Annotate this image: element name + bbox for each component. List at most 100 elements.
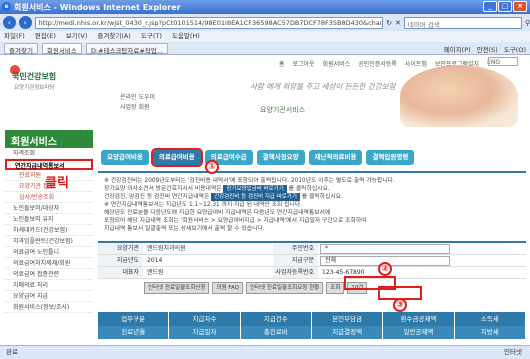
sidebar-item[interactable]: 심사/반송조회 — [5, 192, 93, 203]
batch-status-button[interactable]: 인터넷 진료일괄조회요청 현황 — [245, 282, 324, 294]
refresh-icon[interactable]: ↻ — [386, 19, 392, 27]
minimize-button[interactable]: _ — [483, 1, 497, 12]
form-label: 지급년도 — [98, 255, 143, 266]
menu-file[interactable]: 파일(F) — [4, 31, 25, 42]
form-row: 대표자 엔드림 사업자등록번호 123-45-67890 — [98, 267, 526, 279]
menu-view[interactable]: 보기(V) — [66, 31, 87, 42]
top-nav-home[interactable]: 홈 — [279, 59, 285, 68]
sidebar-item[interactable]: 요양급여 지급 — [5, 291, 93, 302]
tab-medical-care-cost[interactable]: 요양급여비용 — [101, 150, 149, 165]
tab-bar: 즐겨찾기 회원서비스 D:#테스크탑자료#작업... 페이지(P) 안전(S) … — [0, 42, 530, 55]
results-table: 업무구분 지급차수 지급건수 본인부담금 환수금공제액 소득세 진료년월 지급일… — [98, 312, 526, 342]
form-buttons: 인터넷 진료일괄조회신청 의원 FAQ 인터넷 진료일괄조회요청 현황 조회 1… — [98, 282, 526, 294]
logo-subtitle: 요양기관정보마당 — [14, 85, 55, 91]
quick-link-business[interactable]: 사업장 회원 — [120, 103, 155, 113]
column-header: 업무구분 — [98, 312, 170, 326]
sidebar: 회원서비스 자격조회 연간지급내역통보서 진료지원 요양기관 접수 심사/반송조… — [5, 130, 93, 340]
notice-suffix: 를 클릭하십시요. — [288, 186, 330, 192]
menu-edit[interactable]: 편집(E) — [35, 31, 56, 42]
column-header: 총진료비 — [241, 326, 312, 339]
notice-line: ※ 연간지급내역통보서는 지급년도 1.1~12.31 까지 지급 된 내역만 … — [104, 202, 302, 208]
site-search-input[interactable] — [488, 57, 518, 66]
sidebar-item[interactable]: 치과임플란트(건강보험) — [5, 236, 93, 247]
column-header: 지급차수 — [169, 312, 241, 326]
tab-member-service[interactable]: 회원서비스 — [41, 42, 82, 55]
tab-tb-hospitalization[interactable]: 결핵입원명령 — [366, 150, 415, 165]
notice-line: ※ 건강검진비는 2009년도부터는 '검진비용 내역서'에 포함되어 출력됩니… — [104, 178, 395, 184]
form-row: 요양기관 엔드림치과의원 주민번호 * — [98, 243, 526, 255]
quick-link-helper[interactable]: 온라인 도우미 — [120, 93, 155, 103]
form-value: 엔드림 — [147, 269, 164, 276]
forward-icon[interactable]: › — [18, 16, 32, 29]
status-text: 완료 — [6, 348, 18, 356]
window-title: 회원서비스 - Windows Internet Explorer — [14, 3, 181, 12]
column-header: 소득세 — [455, 312, 526, 326]
notice-line: 지급내역 통보서 일괄출력 또는 상세보기에서 출력 할 수 있습니다. — [104, 226, 265, 232]
sidebar-item[interactable]: 의료급여 노인틀니 — [5, 247, 93, 258]
faq-button[interactable]: 의원 FAQ — [212, 282, 243, 294]
sidebar-item[interactable]: 차세대카드(건강보험) — [5, 225, 93, 236]
sidebar-item[interactable]: 노인돌보미/대상자 — [5, 203, 93, 214]
form-label: 지급구분 — [273, 255, 318, 266]
resident-number-input[interactable]: * — [320, 244, 450, 254]
step-2-callout: ② — [378, 262, 392, 276]
nhis-logo[interactable]: 국민건강보험 요양기관정보마당 — [10, 65, 58, 95]
table-header: 업무구분 지급차수 지급건수 본인부담금 환수금공제액 소득세 — [98, 312, 526, 326]
tab-catastrophic-cost[interactable]: 재난적의료비용 — [308, 150, 363, 165]
top-nav-logout[interactable]: 로그아웃 — [292, 59, 314, 68]
sidebar-title: 회원서비스 — [5, 130, 93, 148]
tab-tb-care[interactable]: 결핵사정요양 — [256, 150, 305, 165]
menu-tools[interactable]: 도구(T) — [141, 31, 162, 42]
address-bar[interactable]: http://medi.nhis.or.kr/wjst_0430_r.jsp?p… — [34, 16, 384, 29]
main-content: 요양급여비용 의료급여비용 의료급여수급 결핵사정요양 재난적의료비용 결핵입원… — [98, 148, 526, 342]
zone-indicator: 인터넷 — [504, 348, 522, 356]
stop-icon[interactable]: ✕ — [395, 19, 401, 27]
menu-favorites[interactable]: 즐겨찾기(A) — [97, 31, 130, 42]
column-header: 지급일자 — [169, 326, 241, 339]
top-nav-member[interactable]: 회원서비스 — [323, 59, 351, 68]
top-nav-cert[interactable]: 공인인증서등록 — [358, 59, 397, 68]
search-icon[interactable]: ⚲ — [525, 19, 530, 27]
notice-line-with-button: 건강검진, 암검진 등 검진비 연간지급내역은 건강검진비 등 검진비 지급 바… — [104, 193, 520, 201]
tab-desktop-folder[interactable]: D:#테스크탑자료#작업... — [85, 42, 168, 55]
slogan: 사람 에게 희망을 주고 세상이 든든한 건강보험 — [250, 82, 396, 91]
search-input[interactable]: 네이버 검색 — [403, 16, 522, 29]
close-button[interactable]: × — [513, 1, 527, 12]
menu-help[interactable]: 도움말(H) — [172, 31, 200, 42]
notice-line-with-button: 장기요양 의사소견서 방문간호지시서 비용내역은 장기요양입금비 바로가기 를 … — [104, 185, 520, 193]
sidebar-item[interactable]: 의료급여처치제재/회원 — [5, 258, 93, 269]
sidebar-item[interactable]: 자격조회 — [5, 148, 93, 159]
maximize-button[interactable]: □ — [498, 1, 512, 12]
tab-medical-aid-cost[interactable]: 의료급여비용 — [150, 148, 203, 167]
step-1-callout: ① — [205, 160, 219, 174]
safety-menu[interactable]: 안전(S) — [477, 44, 498, 54]
form-label: 사업자등록번호 — [273, 267, 318, 278]
sidebar-item-annual-report[interactable]: 연간지급내역통보서 — [5, 159, 93, 170]
form-value: 엔드림치과의원 — [147, 245, 186, 252]
year-select[interactable]: 2014 — [143, 255, 273, 266]
sidebar-item[interactable]: 치매의료 처리 — [5, 280, 93, 291]
checkup-cost-link[interactable]: 건강검진비 등 검진비 지급 바로가기 — [211, 193, 300, 201]
top-nav-sitemap[interactable]: 사이트맵 — [405, 59, 427, 68]
favorites-button[interactable]: 즐겨찾기 — [4, 42, 38, 55]
back-icon[interactable]: ‹ — [3, 16, 16, 29]
column-header: 지방세 — [455, 326, 526, 339]
family-photo — [400, 65, 518, 127]
notice-suffix: 를 클릭하십시요. — [301, 194, 343, 200]
long-term-care-link[interactable]: 장기요양입금비 바로가기 — [223, 185, 287, 193]
search-button[interactable]: 조회 — [326, 282, 345, 294]
tools-menu[interactable]: 도구(O) — [504, 44, 526, 54]
form-row: 지급년도 2014 지급구분 전체 — [98, 255, 526, 267]
category-tabs: 요양급여비용 의료급여비용 의료급여수급 결핵사정요양 재난적의료비용 결핵입원… — [98, 148, 526, 167]
logo-name: 국민건강보험 — [12, 72, 57, 81]
column-header: 본인부담금 — [312, 312, 384, 326]
column-header: 일반공제액 — [383, 326, 455, 339]
sidebar-item[interactable]: 노인돌보미 유지 — [5, 214, 93, 225]
notice-line: 포함되어 해당 지급내역 조회는 '회원서비스 > 요양급여비지급 > 지급내역… — [104, 218, 367, 224]
page-menu[interactable]: 페이지(P) — [444, 44, 471, 54]
batch-inquiry-button[interactable]: 인터넷 진료일괄조회신청 — [144, 282, 210, 294]
sidebar-click-annotation: 클릭 — [45, 176, 69, 191]
sidebar-item[interactable]: 회원서비스(정보/조사) — [5, 302, 93, 313]
ie-logo-icon: e — [2, 2, 11, 11]
sidebar-item[interactable]: 의료급여 접종관련 — [5, 269, 93, 280]
